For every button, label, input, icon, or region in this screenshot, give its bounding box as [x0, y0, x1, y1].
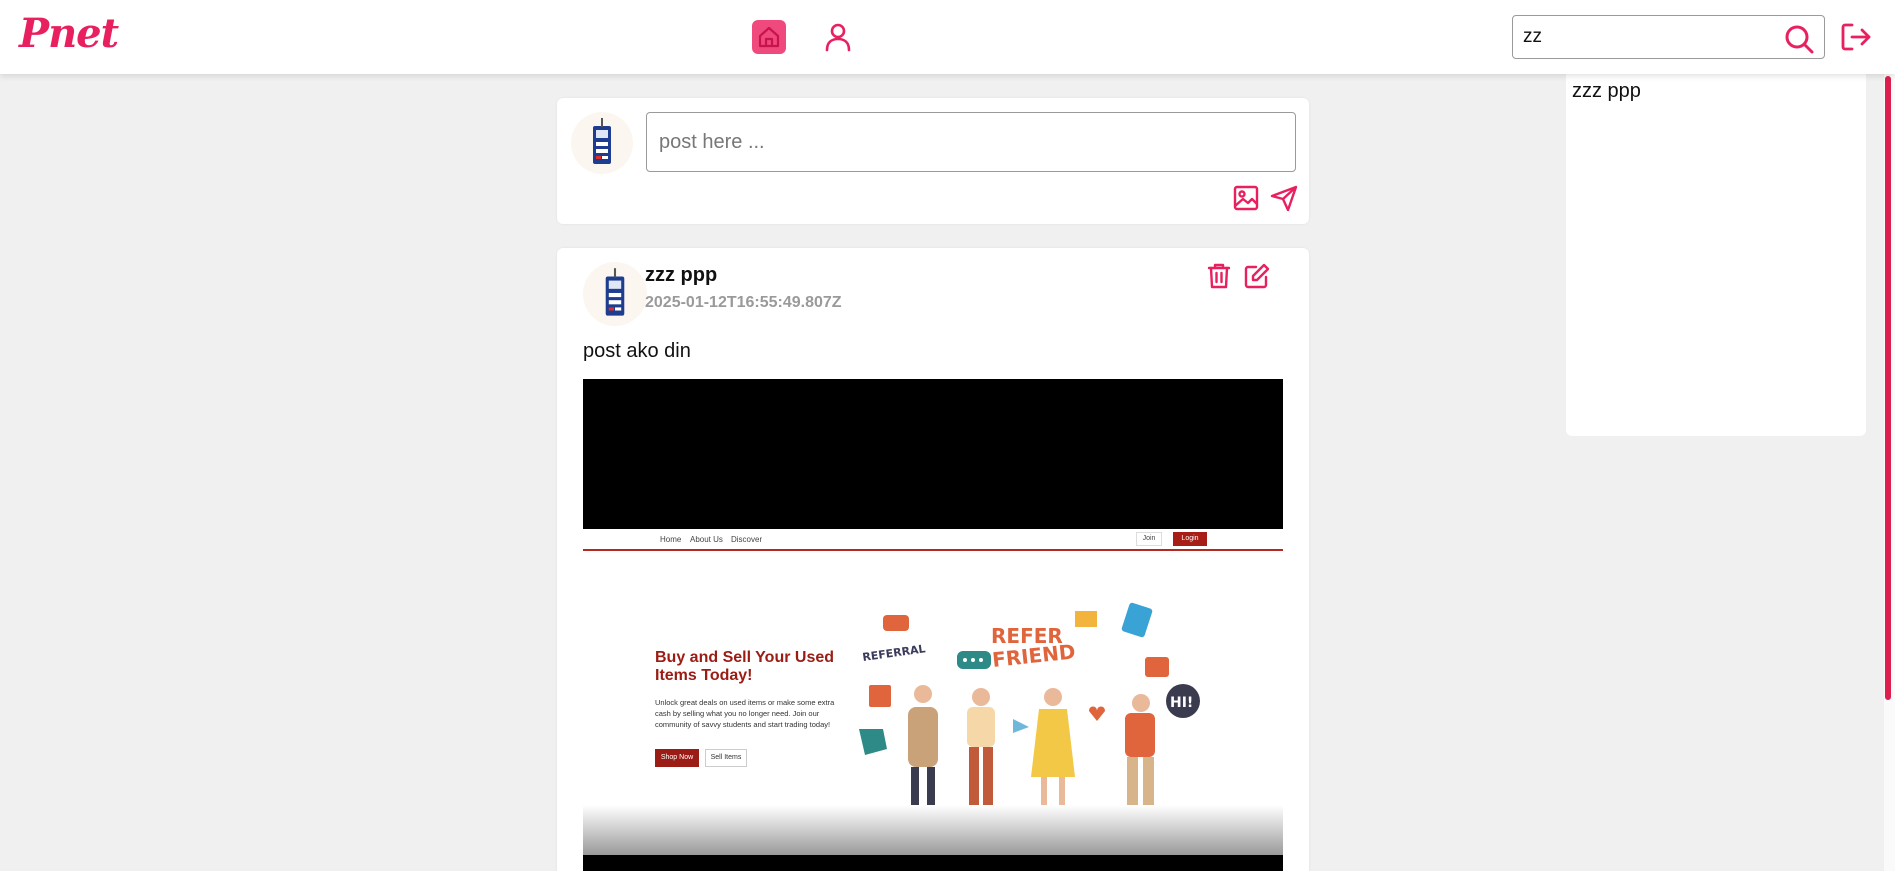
logout-icon [1841, 23, 1871, 51]
send-post-button[interactable] [1269, 184, 1299, 212]
profile-nav-button[interactable] [820, 18, 856, 56]
search-results-dropdown: zzz ppp [1566, 74, 1866, 436]
image-icon [1233, 185, 1259, 211]
avatar [571, 112, 633, 174]
post-image[interactable]: Home About Us Discover Join Login Buy an… [583, 379, 1283, 871]
post-composer [557, 98, 1309, 224]
home-nav-button[interactable] [752, 20, 786, 54]
screenshot-shop-button: Shop Now [655, 749, 699, 767]
scrollbar-thumb[interactable] [1885, 76, 1891, 700]
post-input[interactable] [646, 112, 1296, 172]
edit-icon [1244, 263, 1270, 289]
attach-image-button[interactable] [1232, 184, 1260, 212]
screenshot-fade [583, 805, 1283, 855]
screenshot-nav-link: About Us [690, 535, 723, 544]
screenshot-navbar: Home About Us Discover Join Login [583, 529, 1283, 551]
app-logo[interactable]: Pnet [19, 10, 119, 57]
top-navbar: Pnet [0, 0, 1895, 74]
screenshot-nav-link: Home [660, 535, 682, 544]
referral-illustration: REFERRAL REFER FRIEND HI! [859, 602, 1200, 807]
avatar [583, 262, 647, 326]
post-timestamp: 2025-01-12T16:55:49.807Z [645, 294, 842, 311]
svg-text:HI!: HI! [1170, 695, 1193, 711]
edit-post-button[interactable] [1243, 262, 1271, 290]
post-text: post ako din [583, 340, 691, 362]
post-author[interactable]: zzz ppp [645, 264, 717, 287]
search-box [1512, 15, 1825, 59]
svg-text:REFERRAL: REFERRAL [862, 642, 927, 664]
website-screenshot: Home About Us Discover Join Login Buy an… [583, 529, 1283, 855]
search-input[interactable] [1523, 22, 1763, 52]
screenshot-sell-button: Sell Items [705, 749, 747, 767]
search-button[interactable] [1784, 24, 1814, 54]
delete-post-button[interactable] [1206, 262, 1232, 290]
screenshot-headline: Buy and Sell Your Used Items Today! [655, 649, 835, 684]
trash-icon [1207, 263, 1231, 289]
user-icon [825, 23, 851, 52]
home-icon [758, 26, 780, 48]
post-card: zzz ppp 2025-01-12T16:55:49.807Z post ak… [557, 248, 1309, 871]
send-icon [1270, 185, 1298, 212]
screenshot-nav-link: Discover [731, 535, 763, 544]
screenshot-login-button: Login [1173, 532, 1207, 546]
logout-button[interactable] [1840, 22, 1874, 54]
search-icon [1785, 25, 1814, 54]
screenshot-body-text: Unlock great deals on used items or make… [655, 698, 835, 729]
search-result-item[interactable]: zzz ppp [1566, 76, 1866, 107]
screenshot-join-button: Join [1136, 532, 1162, 546]
